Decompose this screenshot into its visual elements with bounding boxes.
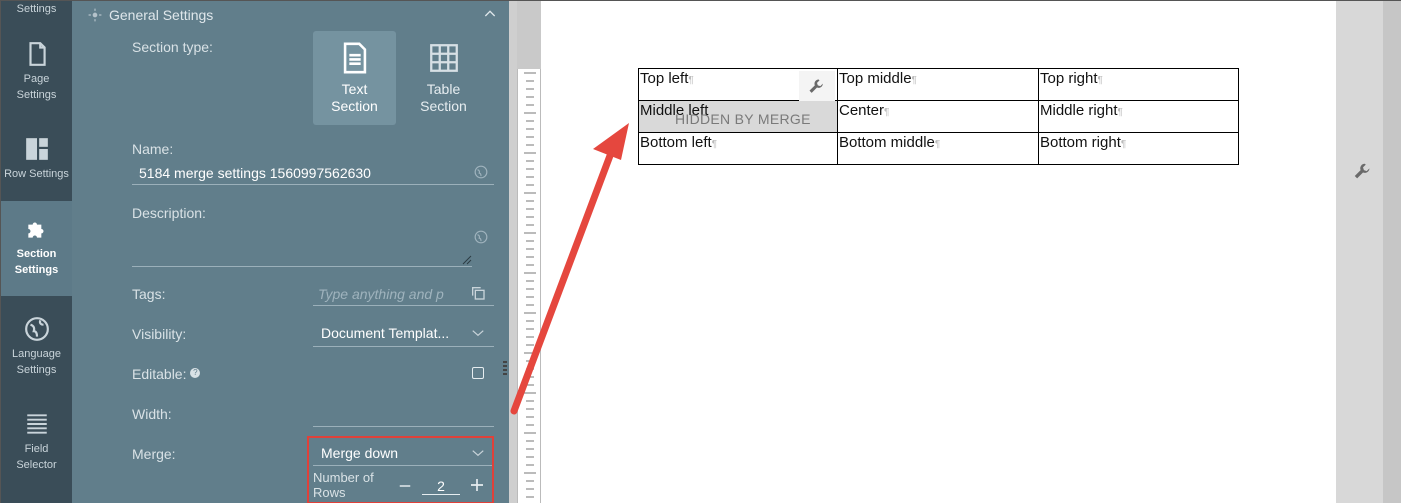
table-cell[interactable]: Middle right¶ [1038,100,1239,133]
page-icon [28,42,46,66]
merge-label: Merge: [132,446,176,462]
wrench-icon [809,79,823,93]
panel-title: General Settings [109,7,214,23]
table-cell[interactable]: Top left¶ [638,68,838,103]
cell-text: Bottom right [1040,134,1121,151]
hidden-by-merge-label: HIDDEN BY MERGE [675,111,811,127]
width-label: Width: [132,406,172,422]
nav-field-selector[interactable]: Field Selector [1,411,72,486]
rows-value[interactable]: 2 [422,478,460,495]
table-row: Top left¶ Top middle¶ Top right¶ [638,68,1239,103]
table-cell[interactable]: Bottom middle¶ [837,132,1039,165]
width-input[interactable] [313,426,494,427]
general-settings-header[interactable]: General Settings [88,6,498,24]
cell-text: Center [839,102,885,119]
resize-handle-icon[interactable] [462,255,472,265]
cell-text: Middle right [1040,102,1118,119]
tags-label: Tags: [132,286,166,302]
description-textarea[interactable] [132,266,472,267]
tags-underline [313,305,494,306]
vertical-ruler [517,1,541,503]
text-section-option[interactable]: Text Section [313,31,396,125]
document-canvas: Top left¶ Top middle¶ Top right¶ Middle … [541,1,1336,503]
scrollbar-track[interactable] [1383,1,1401,503]
nav-label-field: Field Selector [16,443,57,471]
visibility-select[interactable]: Document Templat... [321,325,449,341]
gear-icon [88,8,102,22]
right-gutter [1336,1,1401,503]
tags-input[interactable]: Type anything and p [318,286,444,302]
table-section-option[interactable]: Table Section [402,31,485,125]
name-underline [132,184,494,185]
table-row: Bottom left¶ Bottom middle¶ Bottom right… [638,132,1239,165]
chevron-down-icon[interactable] [470,446,486,460]
visibility-underline [313,346,494,347]
nav-page-settings[interactable]: Page Settings [1,41,72,116]
name-field[interactable]: 5184 merge settings 1560997562630 [139,165,371,181]
layout-icon [25,138,48,160]
wrench-icon[interactable] [1352,161,1374,183]
description-label: Description: [132,205,206,221]
nav-label-settings: Settings [16,3,57,15]
table-row: Middle left HIDDEN BY MERGE Center¶ Midd… [638,100,1239,133]
ruler-ticks [524,72,536,498]
chevron-up-icon[interactable] [482,6,498,22]
cell-text: Top left [640,70,689,87]
globe-icon[interactable] [474,230,488,244]
chevron-down-icon[interactable] [470,326,486,340]
nav-label-language: Language Settings [12,348,61,376]
cell-text: Top middle [839,70,912,87]
settings-panel: General Settings Section type: Text Sect… [72,1,509,503]
document-icon [343,42,366,74]
text-section-label: Text Section [331,81,378,114]
cell-text: Bottom left [640,134,712,151]
name-label: Name: [132,141,174,157]
list-icon [26,414,47,434]
table-cell[interactable]: Bottom right¶ [1038,132,1239,165]
nav-label-page: Page Settings [16,73,57,101]
table-cell[interactable]: Center¶ [837,100,1039,133]
merge-select[interactable]: Merge down [321,445,398,461]
globe-icon [24,317,49,341]
help-icon[interactable]: ? [190,368,201,378]
copy-icon[interactable] [470,285,486,301]
panel-splitter[interactable] [509,1,517,503]
plus-icon[interactable] [469,477,485,493]
nav-settings[interactable]: Settings [1,1,72,21]
merge-underline [313,465,492,466]
section-type-label: Section type: [132,39,213,55]
editable-checkbox[interactable] [472,367,484,379]
visibility-label: Visibility: [132,326,187,342]
table-cell[interactable]: Bottom left¶ [638,132,838,165]
ruler-margin [517,1,541,69]
nav-label-row: Row Settings [4,168,69,180]
table-cell[interactable]: Top right¶ [1038,68,1239,101]
editable-label: Editable: ? [132,366,201,382]
editable-text: Editable: [132,366,187,382]
minus-icon[interactable] [397,479,413,493]
rows-label: Number of Rows [313,470,374,500]
document-table: Top left¶ Top middle¶ Top right¶ Middle … [638,68,1239,165]
splitter-grip[interactable] [503,361,507,375]
table-section-label: Table Section [420,81,467,114]
nav-label-section: Section Settings [14,248,59,276]
grid-icon [429,44,458,72]
globe-icon[interactable] [474,165,488,179]
puzzle-icon [27,222,43,238]
cell-text: Bottom middle [839,134,935,151]
nav-section-settings[interactable]: Section Settings [1,201,72,296]
table-cell-merged[interactable]: Middle left HIDDEN BY MERGE [638,100,838,133]
table-cell[interactable]: Top middle¶ [837,68,1039,101]
left-nav: Settings Page Settings Row Settings Sect… [1,1,72,503]
cell-settings-button[interactable] [799,71,835,103]
cell-text: Top right [1040,70,1098,87]
nav-language-settings[interactable]: Language Settings [1,316,72,391]
nav-row-settings[interactable]: Row Settings [1,136,72,196]
